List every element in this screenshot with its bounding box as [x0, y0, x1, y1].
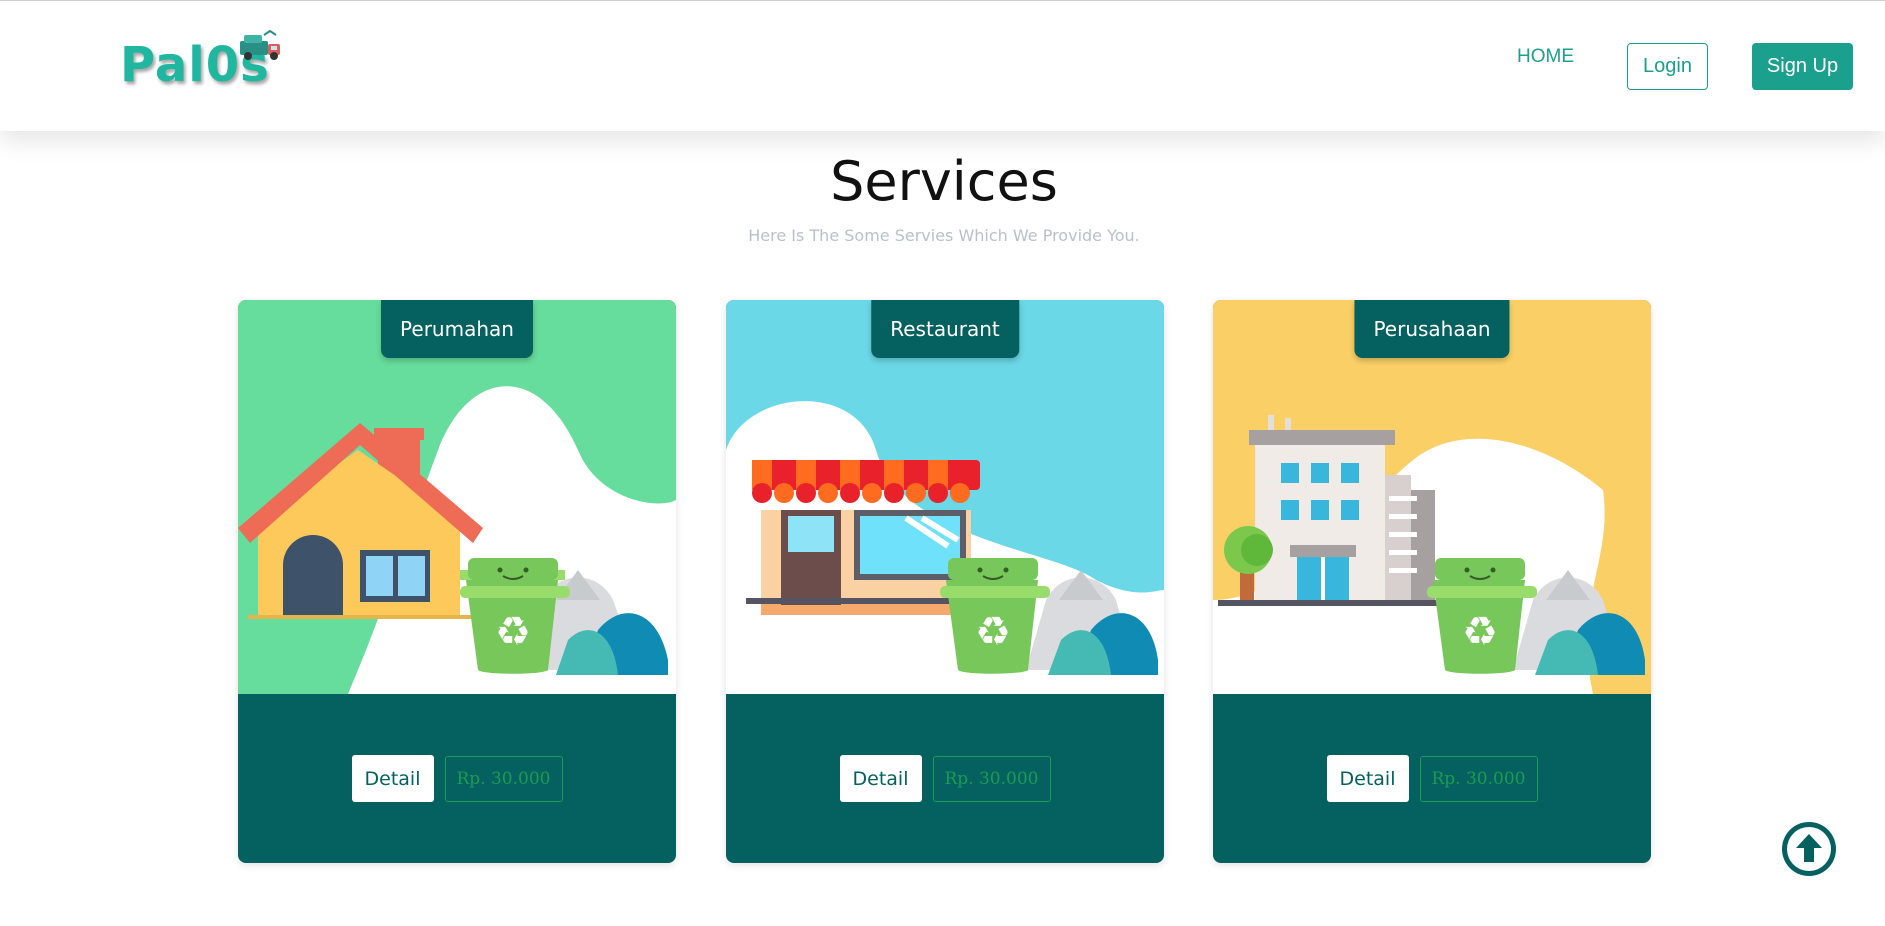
garbage-truck-icon: [240, 29, 280, 60]
house-icon: ♻: [238, 300, 676, 694]
service-card-restaurant: ♻ Restaurant Detail Rp. 30.000: [726, 300, 1164, 863]
svg-text:♻: ♻: [975, 609, 1011, 655]
scroll-to-top-icon[interactable]: [1782, 822, 1836, 876]
card-tag: Perumahan: [381, 300, 533, 358]
login-button[interactable]: Login: [1627, 43, 1708, 90]
logo[interactable]: Pal0s: [120, 29, 295, 93]
service-card-perumahan: ♻ Perumahan Detail Rp. 30.000: [238, 300, 676, 863]
page-title: Services: [830, 150, 1058, 213]
service-card-perusahaan: ♻ Perusahaan Detail Rp. 30.000: [1213, 300, 1651, 863]
detail-button[interactable]: Detail: [839, 755, 922, 802]
nav-home-link[interactable]: HOME: [1517, 46, 1574, 68]
detail-button[interactable]: Detail: [351, 755, 434, 802]
navbar: Pal0s HOME Login Sign Up: [0, 0, 1885, 131]
card-footer: Detail Rp. 30.000: [238, 694, 676, 863]
card-footer: Detail Rp. 30.000: [726, 694, 1164, 863]
card-tag: Restaurant: [871, 300, 1019, 358]
shop-icon: ♻: [726, 300, 1164, 694]
svg-text:♻: ♻: [495, 609, 531, 655]
price-button[interactable]: Rp. 30.000: [932, 755, 1051, 802]
card-footer: Detail Rp. 30.000: [1213, 694, 1651, 863]
signup-button[interactable]: Sign Up: [1752, 43, 1853, 90]
price-button[interactable]: Rp. 30.000: [444, 755, 563, 802]
card-tag: Perusahaan: [1354, 300, 1510, 358]
page-subtitle: Here Is The Some Servies Which We Provid…: [748, 226, 1140, 245]
svg-text:♻: ♻: [1462, 609, 1498, 655]
price-button[interactable]: Rp. 30.000: [1419, 755, 1538, 802]
office-building-icon: ♻: [1213, 300, 1651, 694]
detail-button[interactable]: Detail: [1326, 755, 1409, 802]
